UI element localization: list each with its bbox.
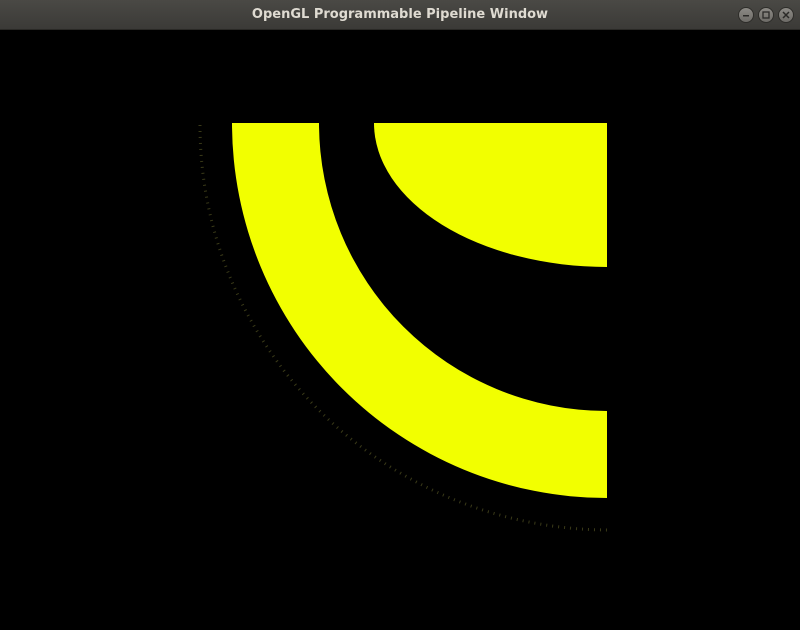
maximize-icon	[762, 11, 770, 19]
window-title: OpenGL Programmable Pipeline Window	[251, 7, 549, 22]
render-canvas	[198, 123, 608, 532]
inner-quarter-disk	[374, 123, 607, 267]
title-bar[interactable]: OpenGL Programmable Pipeline Window	[0, 0, 800, 30]
app-window: OpenGL Programmable Pipeline Window	[0, 0, 800, 630]
minimize-button[interactable]	[738, 7, 754, 23]
window-controls	[738, 7, 794, 23]
close-icon	[782, 11, 790, 19]
opengl-viewport[interactable]	[0, 30, 800, 630]
maximize-button[interactable]	[758, 7, 774, 23]
close-button[interactable]	[778, 7, 794, 23]
minimize-icon	[743, 15, 749, 17]
